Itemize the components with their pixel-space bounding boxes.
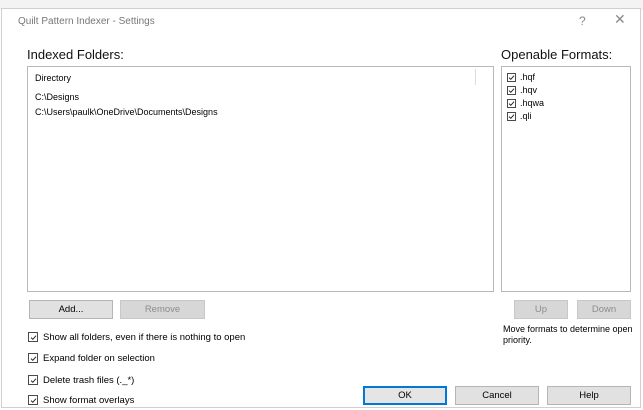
checkmark-icon — [30, 355, 36, 361]
format-checkbox[interactable] — [507, 85, 516, 95]
folders-list[interactable]: Directory C:\Designs C:\Users\paulk\OneD… — [27, 66, 494, 292]
cancel-button[interactable]: Cancel — [455, 386, 539, 405]
folder-row[interactable]: C:\Designs — [35, 92, 79, 102]
format-item[interactable]: .hqwa — [507, 97, 544, 109]
option-show-format-overlays[interactable]: Show format overlays — [28, 394, 134, 406]
format-item[interactable]: .qli — [507, 110, 532, 122]
title-bar: Quilt Pattern Indexer - Settings ? ✕ — [2, 9, 640, 35]
close-icon[interactable]: ✕ — [614, 12, 626, 26]
column-header-directory: Directory — [35, 73, 72, 83]
format-item[interactable]: .hqv — [507, 84, 537, 96]
option-label: Show all folders, even if there is nothi… — [43, 331, 246, 343]
checkmark-icon — [30, 397, 36, 403]
option-label: Show format overlays — [43, 394, 135, 406]
checkmark-icon — [508, 100, 515, 106]
checkmark-icon — [508, 74, 515, 80]
format-label: .qli — [520, 111, 532, 121]
down-button[interactable]: Down — [577, 300, 631, 319]
option-label: Delete trash files (._*) — [43, 374, 135, 386]
format-priority-hint: Move formats to determine open priority. — [503, 324, 633, 345]
add-button[interactable]: Add... — [29, 300, 113, 319]
checkmark-icon — [508, 113, 515, 119]
option-checkbox[interactable] — [28, 332, 38, 342]
indexed-folders-heading: Indexed Folders: — [27, 47, 124, 62]
help-button[interactable]: Help — [547, 386, 631, 405]
column-separator[interactable] — [475, 69, 476, 85]
option-checkbox[interactable] — [28, 375, 38, 385]
window-title: Quilt Pattern Indexer - Settings — [18, 16, 155, 27]
format-checkbox[interactable] — [507, 111, 516, 121]
column-header[interactable]: Directory — [28, 67, 493, 87]
folder-row[interactable]: C:\Users\paulk\OneDrive\Documents\Design… — [35, 107, 218, 117]
settings-dialog: Quilt Pattern Indexer - Settings ? ✕ Ind… — [1, 8, 641, 408]
option-expand-folder[interactable]: Expand folder on selection — [28, 352, 155, 364]
format-item[interactable]: .hqf — [507, 71, 535, 83]
format-label: .hqwa — [520, 98, 545, 108]
format-label: .hqv — [520, 85, 538, 95]
checkmark-icon — [30, 377, 36, 383]
openable-formats-heading: Openable Formats: — [501, 47, 613, 62]
option-checkbox[interactable] — [28, 353, 38, 363]
format-checkbox[interactable] — [507, 98, 516, 108]
format-checkbox[interactable] — [507, 72, 516, 82]
ok-button[interactable]: OK — [363, 386, 447, 405]
remove-button[interactable]: Remove — [120, 300, 205, 319]
option-delete-trash[interactable]: Delete trash files (._*) — [28, 374, 134, 386]
help-icon[interactable]: ? — [579, 14, 586, 28]
up-button[interactable]: Up — [514, 300, 568, 319]
formats-list[interactable]: .hqf .hqv .hqwa .qli — [501, 66, 631, 292]
checkmark-icon — [30, 334, 36, 340]
checkmark-icon — [508, 87, 515, 93]
option-show-all-folders[interactable]: Show all folders, even if there is nothi… — [28, 331, 245, 343]
option-checkbox[interactable] — [28, 395, 38, 405]
format-label: .hqf — [520, 72, 536, 82]
option-label: Expand folder on selection — [43, 352, 155, 364]
